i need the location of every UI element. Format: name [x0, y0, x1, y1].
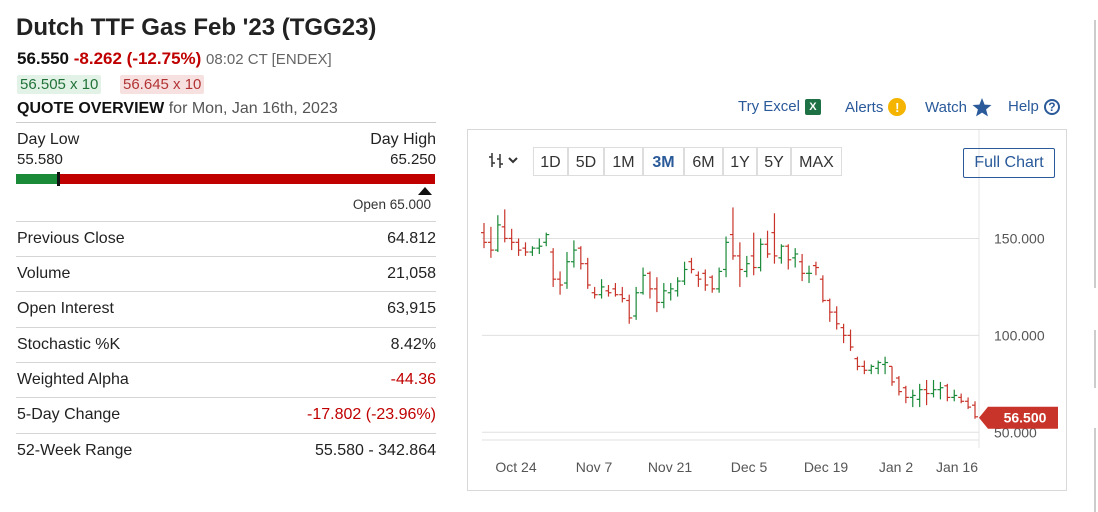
candlestick-chart-icon: [489, 153, 518, 168]
alerts-link[interactable]: Alerts !: [845, 98, 907, 116]
stat-label: 5-Day Change: [17, 406, 121, 423]
stat-label: Volume: [17, 265, 71, 282]
chart-type-button[interactable]: [486, 147, 526, 176]
quote-overview-date: for Mon, Jan 16th, 2023: [168, 100, 338, 117]
range-5d[interactable]: 5D: [568, 147, 604, 176]
stat-value: 63,915: [387, 300, 436, 317]
day-high-value: 65.250: [390, 151, 436, 168]
price-chart[interactable]: 150.000100.00050.000Oct 24 Nov 7 Nov 21 Dec…: [468, 130, 1068, 492]
range-1m[interactable]: 1M: [604, 147, 643, 176]
quote-overview-heading: QUOTE OVERVIEW for Mon, Jan 16th, 2023: [17, 100, 338, 118]
open-label: Open 65.000: [352, 197, 431, 212]
alert-icon: !: [888, 98, 907, 116]
help-link[interactable]: Help ?: [1008, 98, 1060, 115]
bid-badge: 56.505 x 10: [17, 75, 102, 94]
watch-link[interactable]: Watch: [925, 98, 992, 117]
stat-row: Stochastic %K 8.42%: [16, 327, 436, 363]
stat-row: Volume 21,058: [16, 256, 436, 292]
price-change: -8.262 (-12.75%): [73, 49, 202, 68]
page-divider: [1094, 20, 1096, 288]
range-6m[interactable]: 6M: [684, 147, 723, 176]
day-range-marker: [57, 172, 60, 186]
stat-value: -44.36: [390, 371, 436, 388]
x-tick-label: Dec 5: [731, 459, 768, 475]
help-icon: ?: [1043, 98, 1060, 115]
range-3m[interactable]: 3M: [643, 147, 684, 176]
excel-icon: X: [804, 98, 821, 115]
stat-label: Weighted Alpha: [17, 371, 129, 388]
last-price-label: 56.500: [1004, 410, 1047, 426]
stat-label: 52-Week Range: [17, 442, 133, 459]
y-tick-label: 150.000: [994, 230, 1045, 246]
stat-row: 52-Week Range 55.580 - 342.864: [16, 433, 436, 469]
watch-label: Watch: [925, 99, 967, 116]
x-tick-label: Nov 21: [648, 459, 693, 475]
price-timestamp: 08:02 CT [ENDEX]: [206, 51, 332, 68]
stat-value: -17.802 (-23.96%): [307, 406, 436, 423]
x-tick-label: Oct 24: [495, 459, 536, 475]
stat-row: Open Interest 63,915: [16, 291, 436, 327]
x-tick-label: Jan 16: [936, 459, 978, 475]
day-low-label: Day Low: [17, 131, 80, 148]
stat-value: 21,058: [387, 265, 436, 282]
stat-value: 64.812: [387, 230, 436, 247]
quote-overview-label: QUOTE OVERVIEW: [17, 100, 165, 117]
divider: [16, 122, 436, 123]
stat-row: Previous Close 64.812: [16, 221, 436, 257]
alerts-label: Alerts: [845, 98, 884, 116]
x-tick-label: Dec 19: [804, 459, 849, 475]
stat-label: Stochastic %K: [17, 336, 121, 353]
range-1d[interactable]: 1D: [533, 147, 568, 176]
stat-value: 8.42%: [390, 336, 436, 353]
stat-value: 55.580 - 342.864: [315, 442, 436, 459]
open-marker-icon: [418, 187, 432, 195]
page-divider: [1094, 428, 1096, 512]
y-tick-label: 100.000: [994, 327, 1045, 343]
day-low-value: 55.580: [17, 151, 63, 168]
day-range-fill: [16, 174, 58, 184]
page-title: Dutch TTF Gas Feb '23 (TGG23): [16, 14, 377, 41]
price-line: 56.550 -8.262 (-12.75%) 08:02 CT [ENDEX]: [17, 49, 332, 69]
x-tick-label: Nov 7: [576, 459, 613, 475]
day-high-label: Day High: [370, 131, 436, 148]
stat-row: 5-Day Change -17.802 (-23.96%): [16, 397, 436, 433]
full-chart-button[interactable]: Full Chart: [963, 148, 1055, 178]
last-price: 56.550: [17, 49, 69, 68]
page-divider: [1094, 330, 1096, 388]
try-excel-link[interactable]: Try Excel X: [738, 98, 821, 115]
help-label: Help: [1008, 98, 1039, 115]
chart-panel: 150.000 100.000 50.000 Oct 24 Nov 7 Nov 21 Dec…: [467, 129, 1067, 491]
range-1y[interactable]: 1Y: [723, 147, 757, 176]
x-tick-label: Jan 2: [879, 459, 913, 475]
star-icon: [972, 98, 992, 117]
try-excel-label: Try Excel: [738, 98, 800, 115]
stat-label: Open Interest: [17, 300, 114, 317]
range-5y[interactable]: 5Y: [757, 147, 791, 176]
day-range-bar: [16, 172, 435, 186]
ask-badge: 56.645 x 10: [120, 75, 205, 94]
stat-row: Weighted Alpha -44.36: [16, 362, 436, 398]
range-max[interactable]: MAX: [791, 147, 842, 176]
stat-label: Previous Close: [17, 230, 125, 247]
